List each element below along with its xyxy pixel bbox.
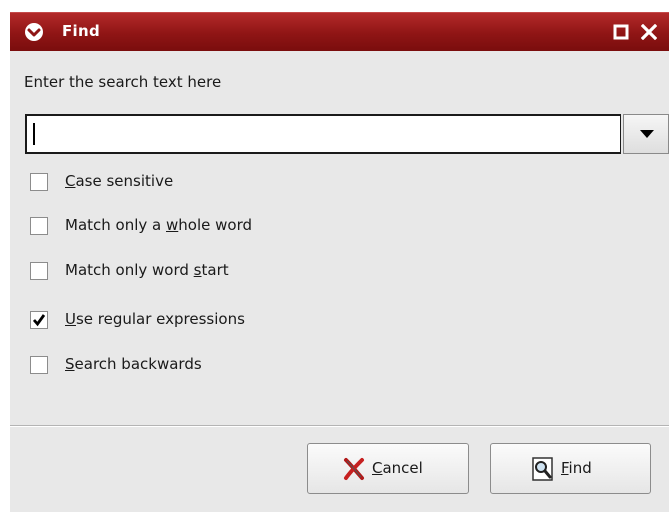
window-menu-chevron-down-icon[interactable] (24, 22, 44, 42)
option-label: Case sensitive (65, 172, 174, 190)
find-button[interactable]: Find (490, 443, 651, 494)
option-label: Use regular expressions (65, 310, 245, 328)
option-label: Match only a whole word (65, 216, 252, 234)
titlebar: Find (10, 12, 669, 51)
close-icon[interactable] (640, 23, 658, 41)
search-prompt-label: Enter the search text here (24, 73, 222, 91)
find-dialog: Find Enter the search text here Case sen… (10, 12, 669, 512)
cancel-button[interactable]: Cancel (307, 443, 469, 494)
magnifier-icon (531, 457, 555, 481)
find-button-label: Find (561, 459, 592, 477)
option-label: Match only word start (65, 261, 229, 279)
option-label: Search backwards (65, 355, 202, 373)
separator (10, 425, 669, 427)
checkbox-checked[interactable] (30, 311, 48, 329)
history-dropdown-button[interactable] (623, 114, 669, 154)
checkbox[interactable] (30, 173, 48, 191)
search-input[interactable] (25, 114, 621, 154)
text-caret (33, 123, 35, 145)
checkbox[interactable] (30, 217, 48, 235)
maximize-icon[interactable] (613, 24, 629, 40)
checkbox[interactable] (30, 262, 48, 280)
cancel-button-label: Cancel (372, 459, 423, 477)
chevron-down-icon (640, 130, 654, 138)
cancel-x-icon (342, 457, 366, 481)
checkmark-icon (32, 314, 46, 327)
checkbox[interactable] (30, 356, 48, 374)
search-combobox (25, 114, 669, 154)
window-title: Find (62, 22, 101, 40)
